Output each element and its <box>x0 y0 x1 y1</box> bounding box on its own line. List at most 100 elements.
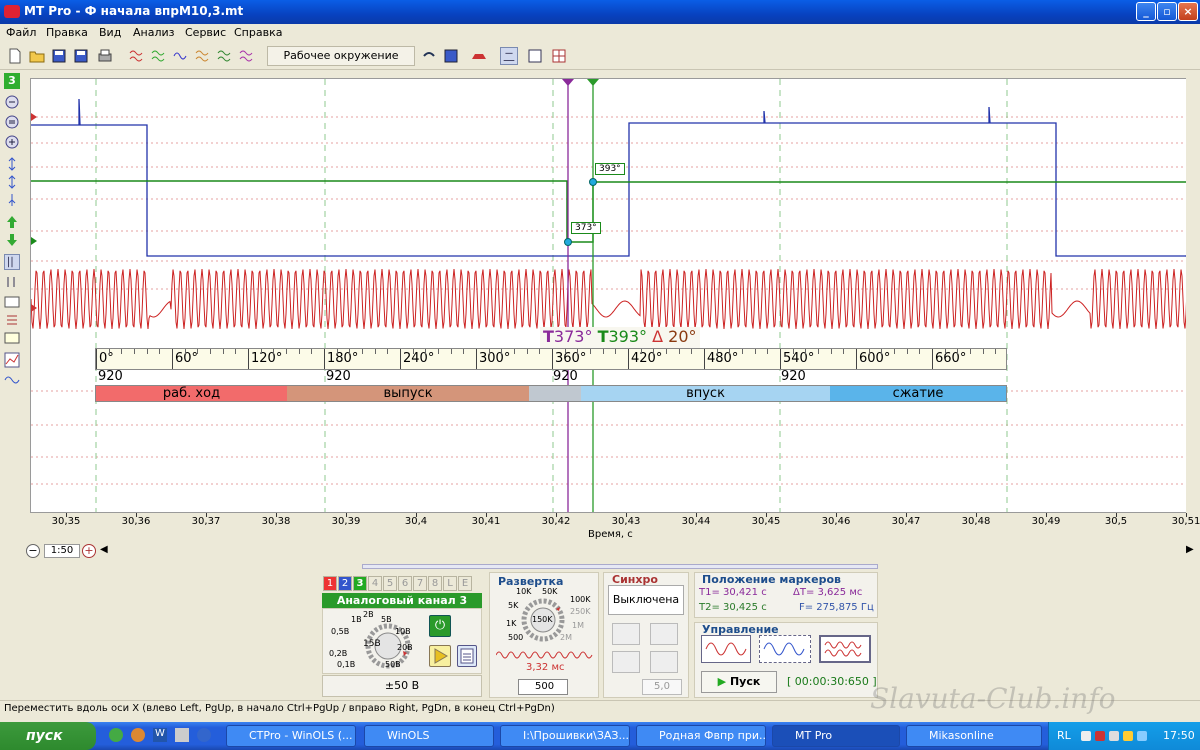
list-icon[interactable] <box>4 312 20 328</box>
mode-record-icon[interactable] <box>819 635 871 663</box>
window-icon[interactable] <box>175 728 189 742</box>
marker-2-handle[interactable] <box>587 79 599 86</box>
new-file-icon[interactable] <box>6 47 24 65</box>
channel-tab-2[interactable]: 2 <box>338 576 352 591</box>
mode-normal-icon[interactable] <box>759 635 811 663</box>
save-icon[interactable] <box>50 47 68 65</box>
close-button[interactable]: × <box>1178 2 1198 21</box>
calculator-icon[interactable] <box>457 645 477 667</box>
wave-icon[interactable] <box>4 372 20 388</box>
save-env-icon[interactable] <box>442 47 460 65</box>
view-mode-1-icon[interactable] <box>500 47 518 65</box>
panel-splitter[interactable] <box>362 564 878 569</box>
task-mikasonline[interactable]: Mikasonline <box>906 725 1042 747</box>
zoom-in-icon[interactable] <box>4 134 20 150</box>
zoom-minus-button[interactable]: − <box>26 544 40 558</box>
sync-mode-dropdown[interactable]: Выключена <box>608 585 684 615</box>
start-button[interactable]: ▶ Пуск <box>701 671 777 693</box>
sync-level-down-icon[interactable] <box>650 651 678 673</box>
tray-icon-2[interactable] <box>1095 731 1105 741</box>
word-icon[interactable]: W <box>153 728 167 742</box>
task-ctpro[interactable]: CTPro - WinOLS (... <box>226 725 356 747</box>
minimize-button[interactable]: _ <box>1136 2 1156 21</box>
channel-tab-e[interactable]: E <box>458 576 472 591</box>
sync-falling-edge-icon[interactable] <box>650 623 678 645</box>
open-folder-icon[interactable] <box>28 47 46 65</box>
channel-badge[interactable]: 3 <box>4 73 20 89</box>
task-mtpro[interactable]: MT Pro <box>772 725 900 747</box>
channel-tab-3[interactable]: 3 <box>353 576 367 591</box>
sync-rising-edge-icon[interactable] <box>612 623 640 645</box>
sweep-label-500: 500 <box>508 633 524 642</box>
oscillogram-plot[interactable]: 393° 373° T373° T393° Δ 20° 0° 60° 120° 180… <box>30 78 1190 513</box>
signal-tool-3-icon[interactable] <box>172 47 190 65</box>
channel-tab-1[interactable]: 1 <box>323 576 337 591</box>
sync-level-input[interactable]: 5,0 <box>642 679 682 695</box>
arrow-up-icon[interactable] <box>4 214 20 230</box>
globe-icon[interactable] <box>197 728 211 742</box>
signal-tool-1-icon[interactable] <box>128 47 146 65</box>
view-mode-3-icon[interactable] <box>550 47 568 65</box>
compress-v-icon[interactable] <box>4 192 20 208</box>
channel-tab-4[interactable]: 4 <box>368 576 382 591</box>
menu-service[interactable]: Сервис <box>185 26 226 39</box>
channel-tab-l[interactable]: L <box>443 576 457 591</box>
expand-v2-icon[interactable] <box>4 174 20 190</box>
channel-tab-7[interactable]: 7 <box>413 576 427 591</box>
task-winols[interactable]: WinOLS <box>364 725 494 747</box>
tray-icon-3[interactable] <box>1109 731 1119 741</box>
text-tool-icon[interactable] <box>4 330 20 346</box>
angle-minor-tick <box>970 349 971 354</box>
sort-icon[interactable] <box>4 274 20 290</box>
expand-v-icon[interactable] <box>4 156 20 172</box>
sync-level-up-icon[interactable] <box>612 651 640 673</box>
angle-minor-tick <box>438 349 439 354</box>
angle-minor-tick <box>159 349 161 354</box>
signal-tool-6-icon[interactable] <box>238 47 256 65</box>
speaker-icon[interactable] <box>1137 731 1147 741</box>
language-indicator[interactable]: RL <box>1057 729 1071 742</box>
channel-tab-5[interactable]: 5 <box>383 576 397 591</box>
environment-dropdown[interactable]: Рабочее окружение <box>267 46 415 66</box>
signal-tool-4-icon[interactable] <box>194 47 212 65</box>
scroll-left-button[interactable]: ◀ <box>100 544 112 558</box>
menu-edit[interactable]: Правка <box>46 26 88 39</box>
save-as-icon[interactable] <box>72 47 90 65</box>
sweep-spin-input[interactable]: 500 <box>518 679 568 695</box>
menu-file[interactable]: Файл <box>6 26 36 39</box>
tray-icon-1[interactable] <box>1081 731 1091 741</box>
arrow-down-icon[interactable] <box>4 232 20 248</box>
chart-icon[interactable] <box>4 352 20 368</box>
range-dropdown[interactable]: ±50 В <box>322 675 482 697</box>
task-image[interactable]: Родная Фвпр при... <box>636 725 766 747</box>
menu-view[interactable]: Вид <box>99 26 121 39</box>
undo-icon[interactable] <box>420 47 438 65</box>
angle-tick-label: 660° <box>932 349 966 369</box>
zoom-plus-button[interactable]: + <box>82 544 96 558</box>
channel-tab-8[interactable]: 8 <box>428 576 442 591</box>
marker-1-handle[interactable] <box>562 79 574 86</box>
menu-help[interactable]: Справка <box>234 26 282 39</box>
play-triangle-icon[interactable] <box>429 645 451 667</box>
signal-tool-2-icon[interactable] <box>150 47 168 65</box>
start-button-label: Пуск <box>729 675 761 688</box>
channel-tab-6[interactable]: 6 <box>398 576 412 591</box>
mode-single-icon[interactable] <box>701 635 751 663</box>
car-icon[interactable] <box>470 47 488 65</box>
scroll-right-button[interactable]: ▶ <box>1186 544 1198 558</box>
zoom-out-icon[interactable] <box>4 94 20 110</box>
browser-icon[interactable] <box>131 728 145 742</box>
power-icon[interactable]: ⏻ <box>429 615 451 637</box>
cursor-mode-icon[interactable] <box>4 254 20 270</box>
print-icon[interactable] <box>96 47 114 65</box>
view-mode-2-icon[interactable] <box>526 47 544 65</box>
menu-analysis[interactable]: Анализ <box>133 26 175 39</box>
tray-icon-4[interactable] <box>1123 731 1133 741</box>
signal-tool-5-icon[interactable] <box>216 47 234 65</box>
chrome-icon[interactable] <box>109 728 123 742</box>
task-explorer[interactable]: I:\Прошивки\ЗАЗ... <box>500 725 630 747</box>
text-label-icon[interactable] <box>4 294 20 310</box>
maximize-button[interactable]: ▫ <box>1157 2 1177 21</box>
zoom-fit-icon[interactable] <box>4 114 20 130</box>
start-menu-button[interactable]: пуск <box>0 722 96 750</box>
